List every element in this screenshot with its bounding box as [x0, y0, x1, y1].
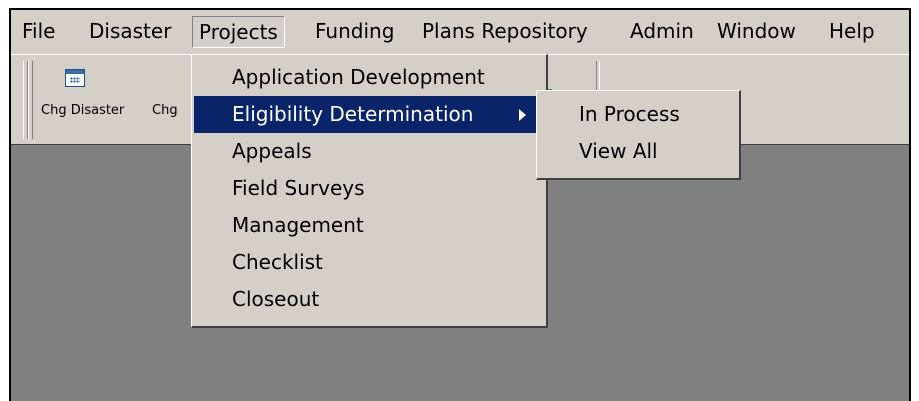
- menu-plans-repository[interactable]: Plans Repository: [416, 16, 594, 46]
- menu-item-eligibility-determination-label: Eligibility Determination: [232, 102, 474, 126]
- menu-bar: File Disaster Projects Funding Plans Rep…: [11, 10, 909, 54]
- menu-item-closeout[interactable]: Closeout: [194, 281, 544, 318]
- menu-item-eligibility-determination[interactable]: Eligibility Determination: [194, 96, 544, 133]
- menu-window[interactable]: Window: [711, 16, 802, 46]
- toolbar-grip-secondary[interactable]: [28, 61, 33, 139]
- application-window: File Disaster Projects Funding Plans Rep…: [9, 8, 911, 401]
- menu-file[interactable]: File: [16, 16, 61, 46]
- menu-projects[interactable]: Projects: [192, 16, 285, 48]
- menu-item-checklist[interactable]: Checklist: [194, 244, 544, 281]
- menu-help[interactable]: Help: [823, 16, 881, 46]
- calendar-icon: [65, 69, 85, 87]
- menu-item-application-development[interactable]: Application Development: [194, 59, 544, 96]
- submenu-item-in-process[interactable]: In Process: [539, 96, 737, 133]
- menu-item-field-surveys[interactable]: Field Surveys: [194, 170, 544, 207]
- eligibility-submenu: In Process View All: [536, 90, 741, 180]
- submenu-item-view-all[interactable]: View All: [539, 133, 737, 170]
- chg-label: Chg: [152, 103, 178, 118]
- chg-disaster-button[interactable]: Chg Disaster: [41, 63, 124, 135]
- menu-funding[interactable]: Funding: [309, 16, 400, 46]
- submenu-arrow-icon: [519, 109, 526, 121]
- menu-admin[interactable]: Admin: [624, 16, 700, 46]
- projects-dropdown-menu: Application Development Eligibility Dete…: [191, 54, 548, 328]
- menu-item-management[interactable]: Management: [194, 207, 544, 244]
- menu-disaster[interactable]: Disaster: [83, 16, 177, 46]
- menu-item-appeals[interactable]: Appeals: [194, 133, 544, 170]
- chg-disaster-label: Chg Disaster: [41, 103, 125, 118]
